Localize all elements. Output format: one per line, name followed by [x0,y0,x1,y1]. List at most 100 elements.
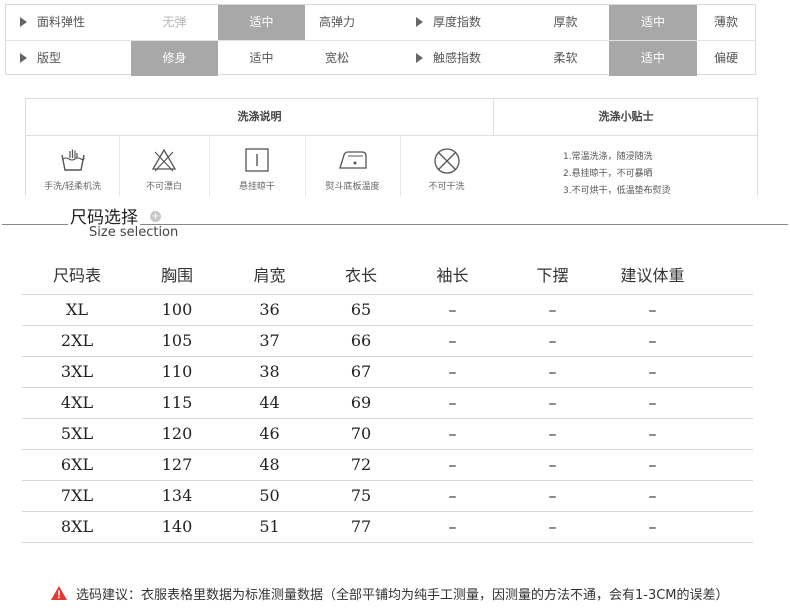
care-caption: 不可干洗 [428,182,465,192]
table-cell: 134 [161,486,193,505]
table-cell: 140 [161,517,193,536]
column-header: 袖长 [436,266,469,285]
size-chart-header-row: 尺码表 胸围 肩宽 衣长 袖长 下摆 建议体重 [22,257,753,295]
table-cell: – [548,517,557,536]
table-cell: 100 [161,300,193,319]
attribute-option-selected[interactable]: 适中 [609,41,697,76]
size-advice-text: 选码建议：衣服表格里数据为标准测量数据（全部平铺均为纯手工测量，因测量的方法不通… [76,588,729,603]
attribute-option[interactable]: 薄款 [697,5,755,40]
table-cell: 44 [259,393,280,412]
washing-tip: 3.不可烘干，低温垫布熨烫 [563,186,671,196]
table-cell: – [648,362,657,381]
attribute-row: 面料弹性 无弹 适中 高弹力 厚度指数 厚款 适中 薄款 [6,5,755,40]
table-cell: 50 [259,486,280,505]
care-item: 熨斗底板温度 [305,135,401,196]
size-label-cell: 8XL [60,517,94,536]
plus-icon: + [150,211,161,222]
attribute-label: 触感指数 [416,41,528,76]
table-cell: – [648,300,657,319]
table-cell: 37 [259,331,280,350]
table-cell: 66 [350,331,372,350]
table-row: 5XL 120 46 70 – – – [22,419,753,450]
table-cell: – [648,486,657,505]
table-cell: 46 [259,424,280,443]
attribute-option-selected[interactable]: 适中 [609,5,697,40]
washing-instructions-title: 洗涤说明 [26,99,494,136]
care-caption: 不可漂白 [145,182,182,192]
size-label-cell: 2XL [60,331,94,350]
washing-tip: 2.悬挂晾干，不可暴晒 [563,169,653,179]
washing-tips-title: 洗涤小贴士 [493,99,757,136]
care-caption: 手洗/轻柔机洗 [43,182,102,192]
column-header: 衣长 [344,266,377,285]
size-label-cell: XL [65,300,88,319]
table-row: 2XL 105 37 66 – – – [22,326,753,357]
column-header: 尺码表 [52,266,101,285]
table-cell: 75 [350,486,372,505]
table-cell: – [548,455,557,474]
table-cell: – [648,331,657,350]
washing-tip: 1.常温洗涤，随浸随洗 [563,152,653,162]
table-row: 3XL 110 38 67 – – – [22,357,753,388]
table-cell: – [548,300,557,319]
table-cell: 67 [350,362,372,381]
hang-dry-icon [245,148,269,172]
attribute-option[interactable]: 宽松 [305,41,369,76]
size-label-cell: 6XL [60,455,94,474]
column-header: 建议体重 [620,266,685,285]
size-chart-body: XL 100 36 65 – – – 2XL 105 37 66 – – – 3XL 110 38 67 – – – 4X… [22,295,753,543]
table-cell: 110 [161,362,193,381]
table-cell: 69 [350,393,372,412]
care-item: 手洗/轻柔机洗 [26,135,120,196]
table-cell: 70 [350,424,372,443]
attribute-option[interactable]: 无弹 [131,5,218,40]
table-cell: 127 [161,455,193,474]
table-row: 7XL 134 50 75 – – – [22,481,753,512]
table-cell: 48 [259,455,280,474]
table-cell: – [548,424,557,443]
table-cell: 36 [259,300,280,319]
attribute-option[interactable]: 适中 [218,41,305,76]
size-section-subtitle: Size selection [89,225,179,240]
arrow-right-icon [20,16,27,27]
table-cell: – [548,486,557,505]
table-cell: – [448,331,457,350]
arrow-right-icon [416,16,423,27]
attribute-option-selected[interactable]: 修身 [131,41,218,76]
table-cell: 105 [161,331,193,350]
size-chart-table: 尺码表 胸围 肩宽 衣长 袖长 下摆 建议体重 XL 100 36 65 – – – 2XL 1… [22,257,753,543]
size-label-cell: 3XL [60,362,94,381]
table-cell: – [448,424,457,443]
table-cell: – [548,331,557,350]
table-cell: – [448,300,457,319]
care-caption: 悬挂晾干 [238,182,275,192]
attribute-option[interactable]: 厚款 [522,5,609,40]
table-cell: – [548,393,557,412]
table-cell: 38 [259,362,280,381]
attribute-option[interactable]: 柔软 [522,41,609,76]
table-row: XL 100 36 65 – – – [22,295,753,326]
table-cell: – [548,362,557,381]
table-cell: 77 [350,517,372,536]
table-cell: 65 [350,300,372,319]
size-label-cell: 4XL [60,393,94,412]
table-cell: – [448,486,457,505]
arrow-right-icon [416,52,423,63]
table-cell: – [648,455,657,474]
no-dry-clean-icon [433,148,460,174]
hand-wash-icon [60,149,85,171]
attribute-label: 厚度指数 [416,5,528,40]
attribute-row: 版型 修身 适中 宽松 触感指数 柔软 适中 偏硬 [6,40,755,76]
care-caption: 熨斗底板温度 [325,182,380,192]
attribute-option[interactable]: 高弹力 [305,5,369,40]
size-label-cell: 5XL [60,424,94,443]
table-cell: – [648,393,657,412]
fabric-attributes-table: 面料弹性 无弹 适中 高弹力 厚度指数 厚款 适中 薄款 版型 修身 适中 宽松… [5,4,756,76]
attribute-option[interactable]: 偏硬 [697,41,755,76]
table-row: 8XL 140 51 77 – – – [22,512,753,543]
arrow-right-icon [20,52,27,63]
attribute-option-selected[interactable]: 适中 [218,5,305,40]
table-row: 6XL 127 48 72 – – – [22,450,753,481]
column-header: 下摆 [536,266,569,285]
table-cell: – [648,424,657,443]
